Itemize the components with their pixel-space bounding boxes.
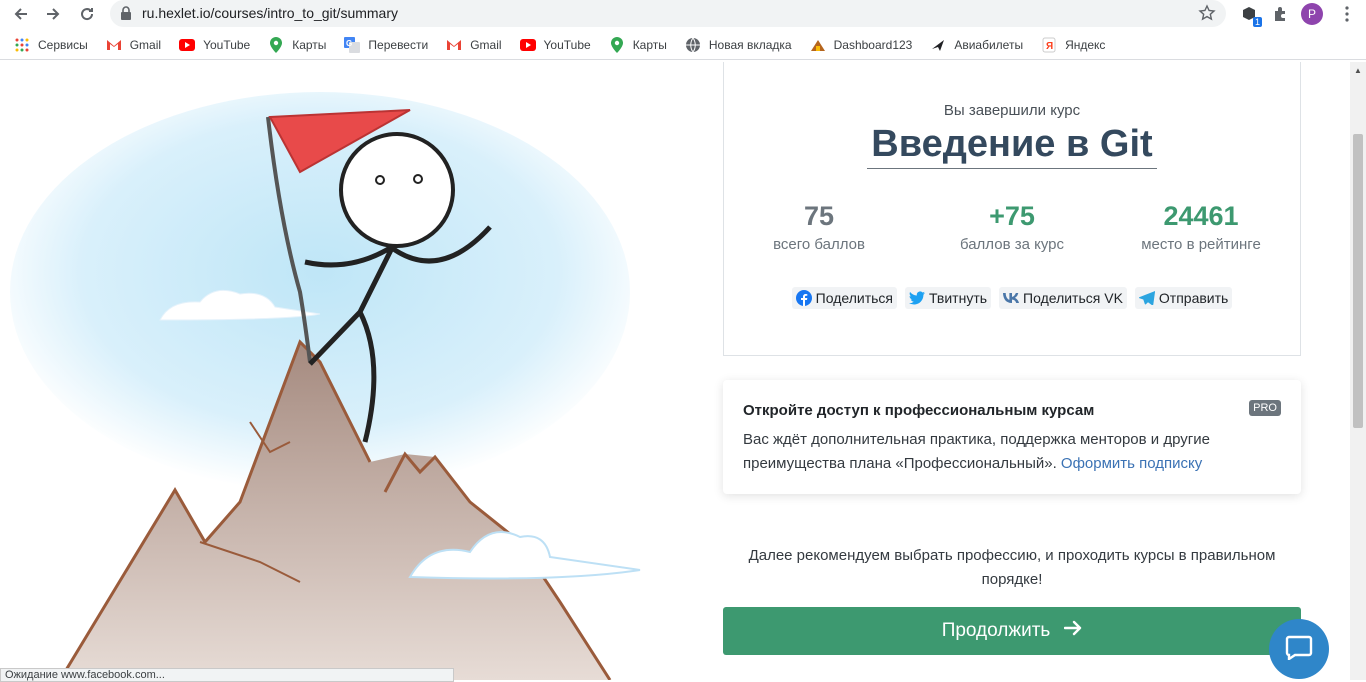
bookmark-services[interactable]: Сервисы: [14, 37, 88, 53]
extension-cube-icon[interactable]: 1: [1238, 3, 1262, 27]
bookmark-label: Gmail: [470, 37, 502, 52]
pro-description: Вас ждёт дополнительная практика, поддер…: [743, 428, 1283, 476]
extension-badge: 1: [1252, 17, 1262, 27]
facebook-icon: [795, 290, 812, 306]
recommendation-text: Далее рекомендуем выбрать профессию, и п…: [748, 547, 1276, 588]
bookmark-youtube[interactable]: YouTube: [179, 37, 250, 53]
bookmark-label: Перевести: [368, 37, 429, 52]
maps-pin-icon: [609, 36, 625, 53]
profile-avatar[interactable]: P: [1301, 3, 1323, 25]
stat-value: 24461: [1163, 201, 1239, 231]
share-vk-button[interactable]: Поделиться VK: [999, 287, 1127, 309]
globe-icon: [685, 37, 701, 53]
continue-label: Продолжить: [941, 620, 1051, 641]
svg-text:Я: Я: [1046, 41, 1053, 52]
maps-pin-icon: [268, 36, 284, 53]
bookmark-label: Яндекс: [1065, 37, 1106, 52]
back-arrow-icon[interactable]: [10, 3, 32, 25]
share-twitter-button[interactable]: Твитнуть: [904, 287, 992, 309]
youtube-icon: [519, 37, 536, 53]
bookmark-maps[interactable]: Карты: [268, 36, 327, 53]
share-label: Твитнуть: [928, 290, 988, 306]
bookmark-new-tab[interactable]: Новая вкладка: [685, 37, 792, 53]
completed-label: Вы завершили курс: [943, 102, 1081, 119]
stickman-head: [339, 132, 455, 248]
bookmark-label: Авиабилеты: [954, 37, 1024, 52]
arrow-right-icon: [1064, 620, 1082, 642]
bookmark-gmail-2[interactable]: Gmail: [446, 37, 502, 53]
lock-icon: [120, 6, 132, 25]
browser-toolbar: ru.hexlet.io/courses/intro_to_git/summar…: [0, 0, 1366, 28]
stat-rating-place: 24461 место в рейтинге: [1106, 201, 1296, 253]
apps-grid-icon: [14, 37, 30, 53]
youtube-icon: [179, 37, 196, 53]
reload-icon[interactable]: [76, 3, 98, 25]
vk-icon: [1003, 290, 1020, 306]
twitter-icon: [908, 290, 925, 306]
stat-value: 75: [803, 201, 835, 231]
stat-value: +75: [989, 201, 1035, 231]
pro-upsell-card: Откройте доступ к профессиональным курса…: [723, 380, 1301, 494]
puzzle-icon[interactable]: [1269, 3, 1291, 25]
scroll-up-icon[interactable]: ▲: [1354, 66, 1362, 75]
bookmark-label: Новая вкладка: [708, 37, 792, 52]
stat-label: баллов за курс: [959, 236, 1065, 253]
bookmark-label: Gmail: [129, 37, 162, 52]
page-scrollbar[interactable]: ▲: [1350, 62, 1366, 680]
stat-course-points: +75 баллов за курс: [917, 201, 1107, 253]
plane-icon: [930, 37, 946, 53]
bookmark-maps-2[interactable]: Карты: [609, 36, 667, 53]
share-telegram-button[interactable]: Отправить: [1134, 287, 1233, 309]
telegram-icon: [1138, 290, 1155, 306]
bookmark-label: YouTube: [543, 37, 591, 52]
translate-icon: G: [344, 36, 361, 53]
bookmark-label: Карты: [292, 37, 327, 52]
pro-title: Откройте доступ к профессиональным курса…: [743, 402, 1095, 419]
gmail-icon: [106, 37, 122, 53]
svg-text:G: G: [346, 39, 352, 48]
bookmark-gmail[interactable]: Gmail: [106, 37, 161, 53]
bookmark-star-icon[interactable]: [1198, 4, 1216, 27]
bookmark-label: YouTube: [203, 37, 251, 52]
course-summary-card: Вы завершили курс Введение в Git 75 всег…: [723, 62, 1301, 356]
share-buttons: Поделиться Твитнуть Поделиться VK Отправ…: [724, 287, 1300, 309]
bookmark-youtube-2[interactable]: YouTube: [519, 37, 591, 53]
support-chat-button[interactable]: [1269, 619, 1329, 679]
share-facebook-button[interactable]: Поделиться: [791, 287, 897, 309]
stat-label: место в рейтинге: [1141, 236, 1261, 253]
pro-badge: PRO: [1249, 400, 1281, 416]
bookmark-translate[interactable]: G Перевести: [344, 36, 429, 53]
bookmark-yandex[interactable]: Я Яндекс: [1041, 37, 1105, 53]
menu-kebab-icon[interactable]: [1336, 3, 1358, 25]
yandex-icon: Я: [1041, 37, 1057, 53]
share-label: Отправить: [1158, 290, 1229, 306]
bookmark-label: Карты: [632, 37, 667, 52]
bookmark-avia[interactable]: Авиабилеты: [930, 37, 1023, 53]
share-label: Поделиться: [815, 290, 893, 306]
address-bar[interactable]: ru.hexlet.io/courses/intro_to_git/summar…: [110, 0, 1226, 27]
chat-bubble-icon: [1285, 634, 1313, 665]
stat-total-points: 75 всего баллов: [724, 201, 914, 253]
stat-label: всего баллов: [773, 236, 865, 253]
page-content: Вы завершили курс Введение в Git 75 всег…: [0, 62, 1350, 680]
dashboard-icon: [810, 37, 826, 53]
share-label: Поделиться VK: [1023, 290, 1123, 306]
forward-arrow-icon[interactable]: [42, 3, 64, 25]
mountain-climber-illustration: [10, 92, 641, 680]
subscribe-link[interactable]: Оформить подписку: [1061, 455, 1202, 472]
scroll-thumb[interactable]: [1353, 134, 1363, 428]
course-title: Введение в Git: [867, 123, 1157, 169]
continue-button[interactable]: Продолжить: [723, 607, 1301, 655]
bookmark-label: Сервисы: [38, 37, 88, 52]
bookmark-dashboard[interactable]: Dashboard123: [810, 37, 913, 53]
url-text: ru.hexlet.io/courses/intro_to_git/summar…: [142, 5, 398, 21]
bookmarks-bar: Сервисы Gmail YouTube Карты G Перевести …: [0, 30, 1366, 60]
bookmark-label: Dashboard123: [833, 37, 913, 52]
gmail-icon: [446, 37, 462, 53]
